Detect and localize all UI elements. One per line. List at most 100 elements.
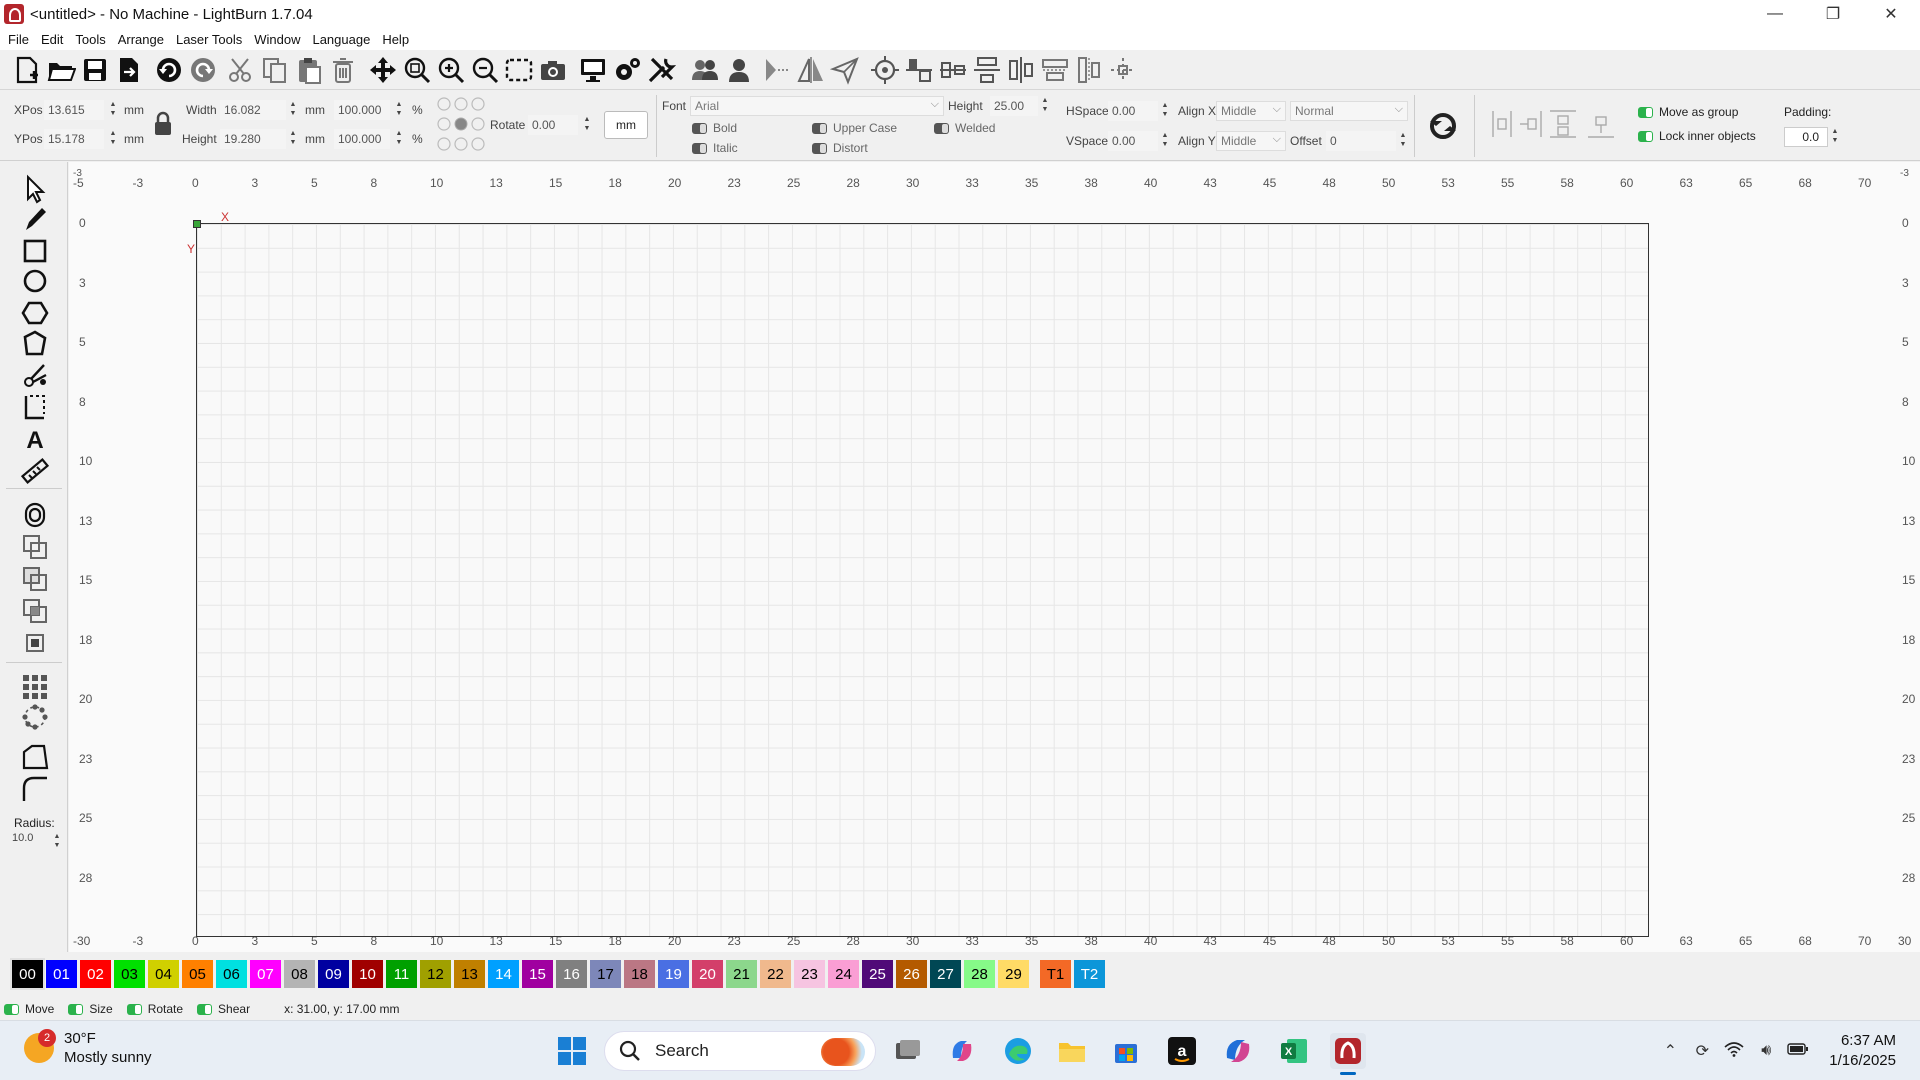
layer-swatch-00[interactable]: 00 <box>10 958 45 990</box>
import-icon[interactable] <box>112 53 146 87</box>
distribute-spacing-icons[interactable] <box>1490 107 1626 141</box>
text-mode-dropdown[interactable]: Normal <box>1290 101 1408 121</box>
layer-swatch-08[interactable]: 08 <box>284 960 315 988</box>
height-spinner-icon[interactable]: ▲ ▼ <box>288 129 298 149</box>
padding-spinner-icon[interactable]: ▲ ▼ <box>1830 127 1840 147</box>
menu-arrange[interactable]: Arrange <box>118 32 173 47</box>
redo-icon[interactable] <box>186 53 220 87</box>
boolean-subtract-icon[interactable] <box>18 564 52 594</box>
menu-edit[interactable]: Edit <box>41 32 72 47</box>
menu-tools[interactable]: Tools <box>75 32 114 47</box>
xpos-field[interactable]: 13.615 <box>44 100 104 120</box>
zoom-out-icon[interactable] <box>468 53 502 87</box>
layer-swatch-07[interactable]: 07 <box>250 960 281 988</box>
layer-swatch-16[interactable]: 16 <box>556 960 587 988</box>
monitor-icon[interactable] <box>576 53 610 87</box>
boolean-union-icon[interactable] <box>18 532 52 562</box>
width-spinner-icon[interactable]: ▲ ▼ <box>288 100 298 120</box>
layer-swatch-24[interactable]: 24 <box>828 960 859 988</box>
delete-icon[interactable] <box>326 53 360 87</box>
zoom-in-icon[interactable] <box>434 53 468 87</box>
paste-icon[interactable] <box>292 53 326 87</box>
taskbar-search[interactable]: Search <box>604 1031 876 1071</box>
trim-tool-icon[interactable] <box>18 392 52 422</box>
layer-swatch-09[interactable]: 09 <box>318 960 349 988</box>
distribute-icon[interactable] <box>970 53 1004 87</box>
hspace-spinner-icon[interactable]: ▲ ▼ <box>1160 101 1170 121</box>
align-y-dropdown[interactable]: Middle <box>1216 131 1286 151</box>
weld-tool-icon[interactable] <box>18 628 52 658</box>
layer-swatch-11[interactable]: 11 <box>386 960 417 988</box>
microsoft-store-icon[interactable] <box>1108 1033 1144 1069</box>
width-pct-spinner-icon[interactable]: ▲ ▼ <box>394 100 404 120</box>
microsoft-365-icon[interactable] <box>1220 1033 1256 1069</box>
vspace-spinner-icon[interactable]: ▲ ▼ <box>1160 131 1170 151</box>
layer-swatch-22[interactable]: 22 <box>760 960 791 988</box>
layer-swatch-21[interactable]: 21 <box>726 960 757 988</box>
group-icon[interactable] <box>688 53 722 87</box>
camera-icon[interactable] <box>536 53 570 87</box>
new-file-icon[interactable] <box>10 53 44 87</box>
height-percent-field[interactable]: 100.000 <box>334 129 390 149</box>
lock-inner-objects-checkbox[interactable]: Lock inner objects <box>1638 129 1756 143</box>
polyline-tool-icon[interactable] <box>18 328 52 358</box>
italic-checkbox[interactable]: Italic <box>692 141 738 155</box>
lightburn-taskbar-icon[interactable] <box>1330 1033 1366 1075</box>
text-height-field[interactable]: 25.00 <box>990 96 1038 116</box>
layer-swatch-26[interactable]: 26 <box>896 960 927 988</box>
apply-path-to-text-icon[interactable] <box>1426 109 1460 143</box>
padding-field[interactable]: 0.0 <box>1784 127 1828 147</box>
layer-swatch-28[interactable]: 28 <box>964 960 995 988</box>
layer-swatch-15[interactable]: 15 <box>522 960 553 988</box>
upper-case-checkbox[interactable]: Upper Case <box>812 121 897 135</box>
radius-spinner-icon[interactable]: ▲ ▼ <box>52 832 62 852</box>
layer-swatch-01[interactable]: 01 <box>46 960 77 988</box>
distort-checkbox[interactable]: Distort <box>812 141 868 155</box>
width-field[interactable]: 16.082 <box>220 100 286 120</box>
open-file-icon[interactable] <box>44 53 78 87</box>
system-clock[interactable]: 6:37 AM 1/16/2025 <box>1829 1031 1896 1071</box>
layer-swatch-t1[interactable]: T1 <box>1040 960 1071 988</box>
save-file-icon[interactable] <box>78 53 112 87</box>
align-x-icon[interactable] <box>1038 53 1072 87</box>
layer-swatch-06[interactable]: 06 <box>216 960 247 988</box>
task-view-icon[interactable] <box>890 1033 926 1069</box>
dist-space-icon[interactable] <box>1106 53 1140 87</box>
zoom-fit-icon[interactable] <box>400 53 434 87</box>
copilot-icon[interactable] <box>944 1033 980 1069</box>
layer-swatch-25[interactable]: 25 <box>862 960 893 988</box>
height-pct-spinner-icon[interactable]: ▲ ▼ <box>394 129 404 149</box>
layer-swatch-18[interactable]: 18 <box>624 960 655 988</box>
grid-array-icon[interactable] <box>18 672 52 702</box>
cut-icon[interactable] <box>224 53 258 87</box>
ypos-field[interactable]: 15.178 <box>44 129 104 149</box>
layer-swatch-03[interactable]: 03 <box>114 960 145 988</box>
layer-swatch-17[interactable]: 17 <box>590 960 621 988</box>
pen-tool-icon[interactable] <box>18 204 52 234</box>
edge-browser-icon[interactable] <box>1000 1033 1036 1069</box>
xpos-spinner-icon[interactable]: ▲ ▼ <box>108 100 118 120</box>
close-button[interactable]: ✕ <box>1862 0 1920 28</box>
volume-icon[interactable]: 🔊︎ <box>1751 1042 1781 1060</box>
layer-swatch-14[interactable]: 14 <box>488 960 519 988</box>
units-toggle-button[interactable]: mm <box>604 111 648 139</box>
layer-swatch-27[interactable]: 27 <box>930 960 961 988</box>
boolean-intersect-icon[interactable] <box>18 596 52 626</box>
layer-swatch-20[interactable]: 20 <box>692 960 723 988</box>
measure-tool-icon[interactable] <box>18 456 52 486</box>
vspace-field[interactable]: 0.00 <box>1108 131 1158 151</box>
align-center-icon[interactable] <box>868 53 902 87</box>
node-edit-tool-icon[interactable] <box>18 360 52 390</box>
offset-field[interactable]: 0 <box>1326 131 1396 151</box>
offset-spinner-icon[interactable]: ▲ ▼ <box>1398 131 1408 151</box>
text-tool-icon[interactable]: A <box>18 424 52 454</box>
layer-swatch-23[interactable]: 23 <box>794 960 825 988</box>
height-field[interactable]: 19.280 <box>220 129 286 149</box>
machine-tools-icon[interactable] <box>644 53 678 87</box>
layer-swatch-10[interactable]: 10 <box>352 960 383 988</box>
chevron-up-icon[interactable]: ⌃ <box>1655 1041 1685 1061</box>
zoom-frame-icon[interactable] <box>502 53 536 87</box>
undo-icon[interactable] <box>152 53 186 87</box>
rotate-field[interactable]: 0.00 <box>528 115 578 135</box>
select-tool-icon[interactable] <box>18 174 52 204</box>
